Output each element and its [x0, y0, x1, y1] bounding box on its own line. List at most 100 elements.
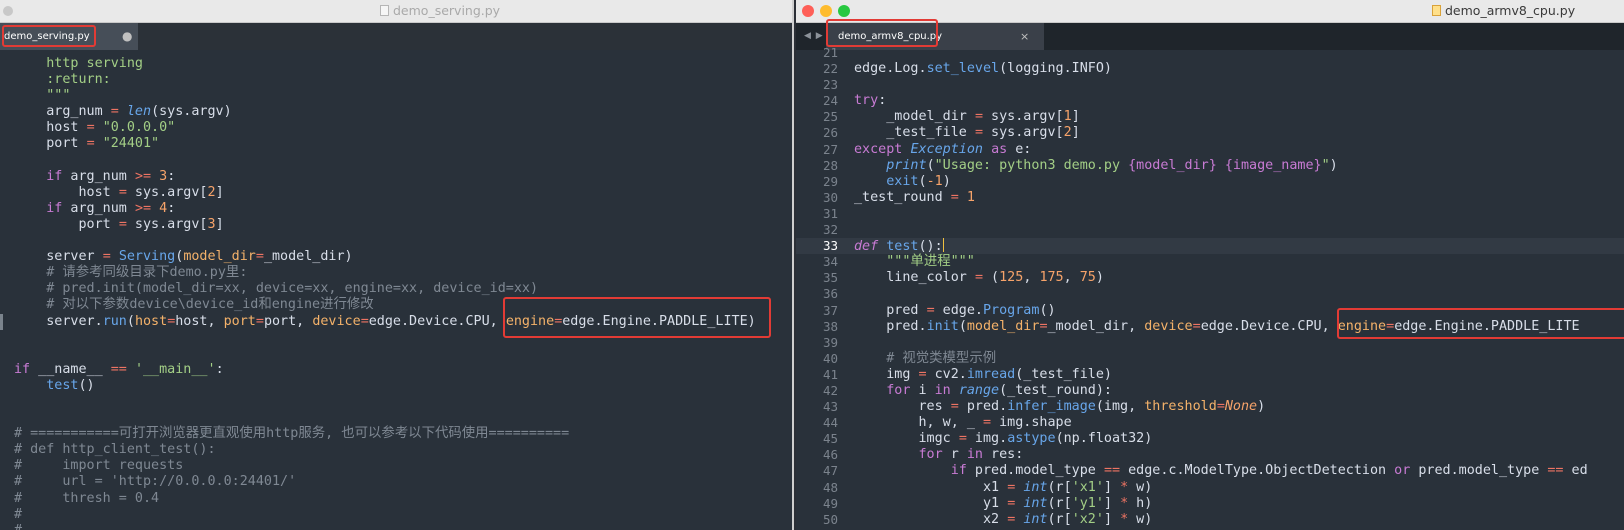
code-line[interactable]: http serving: [0, 56, 792, 72]
code-line[interactable]: 23: [796, 77, 1624, 93]
code-line[interactable]: 22 edge.Log.set_level(logging.INFO): [796, 61, 1624, 77]
code-line[interactable]: # thresh = 0.4: [0, 491, 792, 507]
code-line[interactable]: 32: [796, 222, 1624, 238]
code-line[interactable]: :return:: [0, 72, 792, 88]
code-line[interactable]: #: [0, 507, 792, 523]
code-line[interactable]: 47 if pred.model_type == edge.c.ModelTyp…: [796, 463, 1624, 479]
code-token: (r[: [1047, 511, 1072, 527]
code-line[interactable]: 30 _test_round = 1: [796, 190, 1624, 206]
code-token: *: [1120, 479, 1129, 495]
code-line[interactable]: 37 pred = edge.Program(): [796, 303, 1624, 319]
code-token: =: [86, 120, 95, 136]
code-line[interactable]: [0, 394, 792, 410]
code-line[interactable]: # def http_client_test():: [0, 442, 792, 458]
code-token: =: [1386, 318, 1395, 334]
code-line[interactable]: 48 x1 = int(r['x1'] * w): [796, 480, 1624, 496]
code-line[interactable]: server = Serving(model_dir=_model_dir): [0, 249, 792, 265]
code-token: # def http_client_test():: [14, 442, 216, 458]
code-editor-right[interactable]: 21 22 edge.Log.set_level(logging.INFO) 23 24…: [796, 45, 1624, 530]
editor-window-left: demo_serving.py demo_serving.py ● http s…: [0, 0, 794, 530]
code-token: (: [926, 157, 935, 173]
code-line[interactable]: [0, 346, 792, 362]
code-token: 4: [159, 200, 168, 216]
code-line[interactable]: # url = 'http://0.0.0.0:24401/': [0, 474, 792, 490]
code-line[interactable]: [0, 233, 792, 249]
code-line[interactable]: [0, 330, 792, 346]
code-line[interactable]: 28 print("Usage: python3 demo.py {model_…: [796, 158, 1624, 174]
code-line[interactable]: 50 x2 = int(r['x2'] * w): [796, 512, 1624, 528]
code-line[interactable]: 38 pred.init(model_dir=_model_dir, devic…: [796, 319, 1624, 335]
code-line[interactable]: 25 _model_dir = sys.argv[1]: [796, 109, 1624, 125]
code-line[interactable]: # pred.init(model_dir=xx, device=xx, eng…: [0, 281, 792, 297]
code-token: {image_name}: [1224, 157, 1322, 173]
code-token: port,: [263, 313, 313, 329]
code-token: host: [14, 120, 87, 136]
code-line[interactable]: host = sys.argv[2]: [0, 185, 792, 201]
close-window-icon[interactable]: [802, 5, 814, 17]
code-line[interactable]: host = "0.0.0.0": [0, 120, 792, 136]
code-token: 75: [1079, 270, 1096, 286]
code-line[interactable]: 36: [796, 286, 1624, 302]
code-line[interactable]: port = sys.argv[3]: [0, 217, 792, 233]
code-token: :return:: [14, 72, 111, 88]
code-token: server.: [14, 313, 103, 329]
text-cursor: [942, 238, 944, 253]
code-line[interactable]: 42 for i in range(_test_round):: [796, 383, 1624, 399]
code-line[interactable]: port = "24401": [0, 136, 792, 152]
code-editor-left[interactable]: http serving :return: """ arg_num = len(…: [0, 56, 792, 530]
code-line[interactable]: if __name__ == '__main__':: [0, 362, 792, 378]
code-token: server: [14, 249, 103, 265]
unsaved-dot-icon[interactable]: ●: [122, 23, 132, 50]
code-line[interactable]: 44 h, w, _ = img.shape: [796, 415, 1624, 431]
code-line[interactable]: 40 # 视觉类模型示例: [796, 351, 1624, 367]
code-token: ]: [1071, 109, 1080, 125]
code-line[interactable]: 45 imgc = img.astype(np.float32): [796, 431, 1624, 447]
code-token: sys.argv[: [983, 109, 1064, 125]
code-line[interactable]: [0, 410, 792, 426]
tab-demo-serving[interactable]: demo_serving.py ●: [0, 23, 138, 50]
code-token: port: [14, 216, 119, 232]
line-number: 45: [822, 431, 838, 447]
code-line[interactable]: 21: [796, 45, 1624, 61]
code-line[interactable]: #: [0, 523, 792, 530]
code-line[interactable]: 43 res = pred.infer_image(img, threshold…: [796, 399, 1624, 415]
code-line[interactable]: 26 _test_file = sys.argv[2]: [796, 125, 1624, 141]
code-line[interactable]: test(): [0, 378, 792, 394]
code-token: """: [14, 88, 71, 104]
code-line[interactable]: 34 """单进程""": [796, 254, 1624, 270]
code-line[interactable]: if arg_num >= 4:: [0, 201, 792, 217]
code-line[interactable]: # ===========可打开浏览器更直观使用http服务, 也可以参考以下代…: [0, 426, 792, 442]
zoom-window-icon[interactable]: [838, 5, 850, 17]
code-line[interactable]: 31: [796, 206, 1624, 222]
code-token: ==: [1547, 463, 1564, 479]
line-number: 44: [822, 415, 838, 431]
code-line[interactable]: arg_num = len(sys.argv): [0, 104, 792, 120]
code-line[interactable]: 27 except Exception as e:: [796, 142, 1624, 158]
code-token: edge.Engine.PADDLE_LITE): [562, 313, 756, 329]
line-number: 39: [822, 334, 838, 350]
code-line[interactable]: [0, 153, 792, 169]
code-line[interactable]: # import requests: [0, 458, 792, 474]
code-line[interactable]: 33 def test():: [796, 238, 1624, 255]
code-token: int: [1023, 511, 1048, 527]
code-line[interactable]: 39: [796, 335, 1624, 351]
code-line[interactable]: 24 try:: [796, 93, 1624, 109]
code-line[interactable]: 49 y1 = int(r['y1'] * h): [796, 496, 1624, 512]
code-line[interactable]: # 请参考同级目录下demo.py里:: [0, 265, 792, 281]
code-line[interactable]: server.run(host=host, port=port, device=…: [0, 313, 792, 330]
code-token: sys.argv[: [983, 125, 1064, 141]
code-token: =: [950, 399, 959, 415]
minimize-window-icon[interactable]: [820, 5, 832, 17]
code-line[interactable]: """: [0, 88, 792, 104]
code-line[interactable]: 41 img = cv2.imread(_test_file): [796, 367, 1624, 383]
code-line[interactable]: 29 exit(-1): [796, 174, 1624, 190]
line-number: 36: [822, 286, 838, 302]
code-token: edge.Device.CPU,: [1200, 318, 1338, 334]
code-line[interactable]: if arg_num >= 3:: [0, 169, 792, 185]
code-line[interactable]: # 对以下参数device\device_id和engine进行修改: [0, 297, 792, 313]
code-line[interactable]: 35 line_color = (125, 175, 75): [796, 270, 1624, 286]
window-control-icon[interactable]: [3, 6, 13, 16]
code-line[interactable]: 46 for r in res:: [796, 447, 1624, 463]
